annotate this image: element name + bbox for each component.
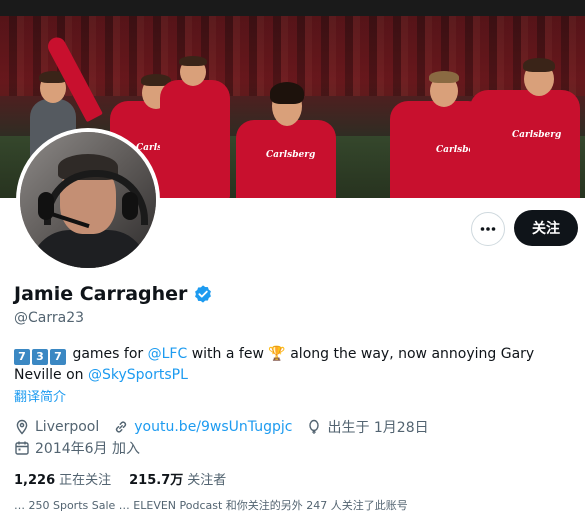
profile-name: Jamie Carragher — [14, 283, 213, 305]
link-icon — [116, 421, 127, 433]
meta-birthday: 出生于 1月28日 — [306, 417, 429, 437]
profile-joined: 2014年6月 加入 — [14, 438, 154, 458]
profile-bio: 737 games for @LFC with a few 🏆 along th… — [14, 344, 574, 385]
more-options-button[interactable] — [471, 212, 505, 246]
avatar-body — [30, 230, 148, 268]
keycap-digit: 7 — [50, 349, 66, 365]
meta-location: Liverpool — [14, 419, 99, 435]
banner-sponsor: Carlsberg — [512, 130, 562, 140]
follow-stats: 1,226 正在关注 215.7万 关注者 — [14, 469, 226, 488]
bio-text: games for — [68, 346, 148, 362]
verified-badge-icon[interactable] — [193, 284, 213, 304]
following-stat[interactable]: 1,226 正在关注 — [14, 469, 111, 488]
trophy-icon: 🏆 — [268, 346, 286, 362]
follow-button[interactable]: 关注 — [514, 210, 578, 246]
keycap-digit: 7 — [14, 349, 30, 365]
birthday-text: 出生于 1月28日 — [327, 420, 429, 436]
followers-label: 关注者 — [187, 473, 227, 488]
top-bar — [0, 0, 585, 16]
banner-sponsor: Carlsberg — [266, 150, 316, 160]
avatar-headset-cup — [122, 192, 138, 220]
profile-avatar[interactable] — [16, 128, 160, 272]
balloon-icon — [309, 419, 320, 434]
meta-joined: 2014年6月 加入 — [14, 438, 140, 458]
followers-count: 215.7万 — [129, 473, 184, 488]
website-link[interactable]: youtu.be/9wsUnTugpjc — [134, 419, 292, 435]
following-count: 1,226 — [14, 473, 56, 488]
more-dots-icon — [480, 227, 496, 231]
mention-link[interactable]: @SkySportsPL — [88, 367, 188, 383]
keycap-digit: 3 — [32, 349, 48, 365]
profile-meta: Liverpool youtu.be/9wsUnTugpjc 出生于 1月28日 — [14, 417, 443, 437]
calendar-icon — [15, 441, 29, 455]
following-label: 正在关注 — [59, 473, 112, 488]
mention-link[interactable]: @LFC — [148, 346, 188, 362]
followers-stat[interactable]: 215.7万 关注者 — [129, 469, 226, 488]
bio-text: with a few — [187, 346, 269, 362]
followers-you-know[interactable]: … 250 Sports Sale … ELEVEN Podcast 和你关注的… — [14, 497, 408, 513]
display-name: Jamie Carragher — [14, 283, 188, 305]
joined-text: 2014年6月 加入 — [35, 441, 140, 457]
location-text: Liverpool — [35, 419, 100, 435]
location-pin-icon — [16, 419, 28, 435]
meta-website: youtu.be/9wsUnTugpjc — [113, 419, 292, 435]
translate-bio-link[interactable]: 翻译简介 — [14, 386, 66, 405]
profile-handle: @Carra23 — [14, 310, 85, 326]
